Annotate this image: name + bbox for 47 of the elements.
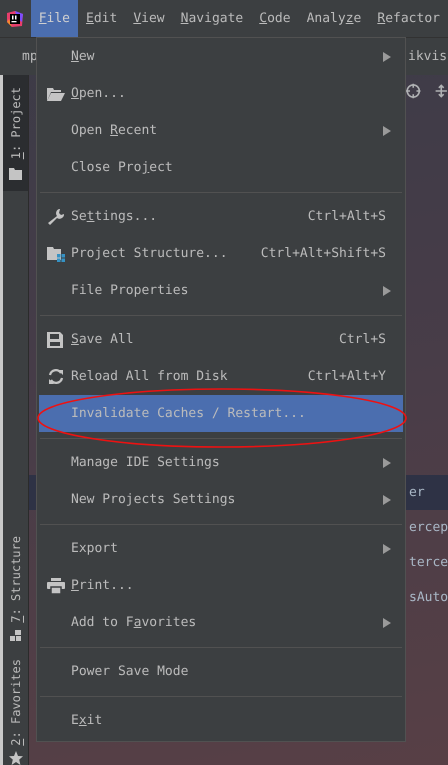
code-text: sAuto [409,590,448,605]
shortcut-text: Ctrl+Alt+Y [308,369,386,384]
folder-icon [9,167,22,180]
wrench-icon [47,208,65,226]
structure-icon [10,630,21,642]
menu-item[interactable]: Print... [39,567,403,604]
menu-item[interactable]: Export [39,530,403,567]
app-logo-icon [6,10,24,28]
menubar-item[interactable]: Refactor [369,0,448,37]
menubar-item[interactable]: Edit [78,0,126,37]
menu-item[interactable]: Open... [39,75,403,112]
menu-item[interactable]: Settings... Ctrl+Alt+S [39,198,403,235]
menu-item[interactable]: Add to Favorites [39,604,403,641]
menu-item[interactable]: Power Save Mode [39,653,403,690]
editor-tab[interactable]: ikvis [408,38,448,75]
printer-icon [47,578,65,594]
expand-icon [434,82,448,100]
menu-item[interactable]: Reload All from Disk Ctrl+Alt+Y [39,358,403,395]
menubar-item[interactable]: File [30,0,78,37]
tool-window-button[interactable]: 2: Favorites [3,645,28,765]
open-folder-icon [47,86,65,101]
menu-item[interactable]: Close Proj ect [39,149,403,186]
menu-item[interactable]: Open Recent [39,112,403,149]
menu-item[interactable]: New Projects Settings [39,481,403,518]
code-text: terce [409,555,448,570]
menu-item[interactable]: New [39,38,403,75]
shortcut-text: Ctrl+Alt+Shift+S [260,246,386,261]
menu-item[interactable]: Save All Ctrl+S [39,321,403,358]
menu-item[interactable]: File Properties [39,272,403,309]
menubar-item[interactable]: Navigate [172,0,252,37]
menubar-item[interactable]: View [125,0,173,37]
code-text: ercep [409,520,448,535]
menubar-item[interactable]: Code [251,0,299,37]
reload-icon [47,368,65,386]
shortcut-text: Ctrl+Alt+S [308,209,386,224]
tool-window-button[interactable]: 7: Structure [3,524,28,646]
shortcut-text: Ctrl+S [339,332,386,347]
menubar-item[interactable]: Analyze [298,0,370,37]
star-icon [8,751,22,765]
code-text: er [409,485,425,500]
save-icon [47,332,63,348]
crosshair-icon [406,82,420,100]
tool-window-button[interactable]: 1: Project [3,75,28,191]
menu-item[interactable]: Project Structure... Ctrl+Alt+Shift+S [39,235,403,272]
menu-item[interactable]: Exit [39,702,403,739]
project-structure-icon [47,245,65,262]
menu-item[interactable]: Manage IDE Settings [39,444,403,481]
